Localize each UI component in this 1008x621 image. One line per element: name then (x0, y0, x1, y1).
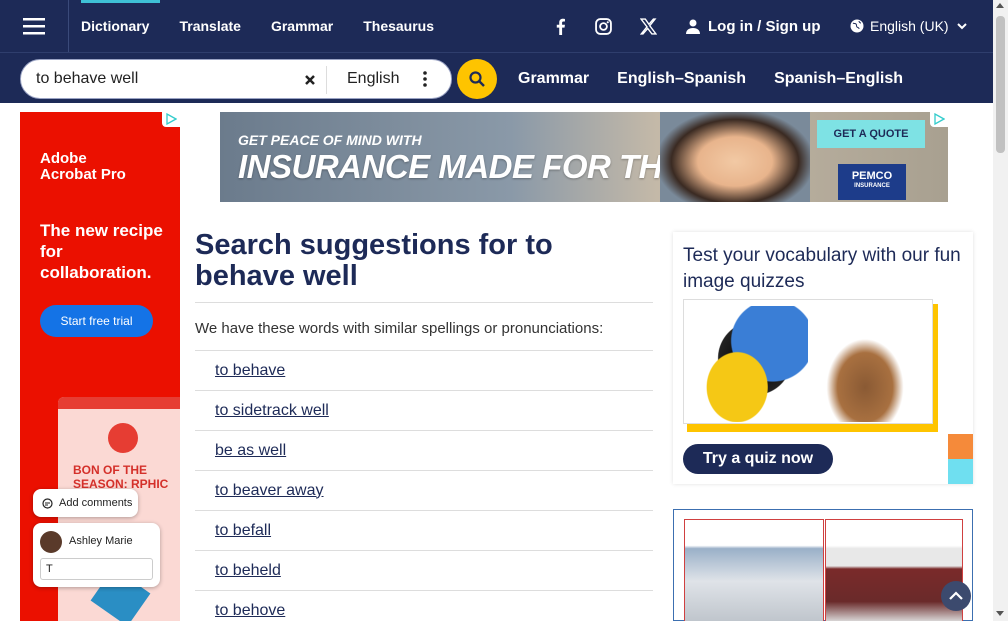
globe-icon (850, 19, 864, 33)
ad-headline: The new recipe for collaboration. (40, 221, 163, 282)
divider (195, 302, 653, 303)
list-item: be as well (195, 430, 653, 470)
ad-brand: Adobe Acrobat Pro (40, 150, 126, 183)
link-grammar[interactable]: Grammar (504, 70, 603, 88)
ad-card-icon (108, 423, 138, 453)
scroll-thumb[interactable] (996, 16, 1005, 153)
nav-dictionary[interactable]: Dictionary (69, 0, 164, 52)
comment-input: T (40, 558, 153, 580)
search-language-select[interactable]: English (347, 60, 399, 98)
main-nav-links: Dictionary Translate Grammar Thesaurus (69, 0, 449, 52)
search-button[interactable] (457, 59, 497, 99)
car-advertisement[interactable] (673, 509, 973, 621)
suggestion-link[interactable]: to sidetrack well (215, 402, 329, 420)
nav-thesaurus[interactable]: Thesaurus (348, 0, 449, 52)
adchoices-icon[interactable] (162, 112, 180, 127)
search-input[interactable] (36, 60, 296, 98)
scroll-down-arrow[interactable] (996, 611, 1004, 616)
top-navigation: Dictionary Translate Grammar Thesaurus L… (0, 0, 993, 52)
suggestion-link[interactable]: to beheld (215, 562, 281, 580)
search-divider (326, 66, 327, 94)
chevron-down-icon (956, 23, 967, 30)
search-box: English (20, 59, 452, 99)
quiz-image[interactable] (683, 299, 933, 424)
suggestion-link[interactable]: to behove (215, 602, 285, 620)
add-comments-pill: Add comments (33, 489, 138, 517)
parrot-image (690, 306, 808, 422)
list-item: to beaver away (195, 470, 653, 510)
more-options-icon[interactable] (419, 70, 431, 88)
commenter-name: Ashley Marie (69, 535, 133, 547)
search-bar: English Grammar English–Spanish Spanish–… (0, 52, 993, 103)
nav-grammar[interactable]: Grammar (256, 0, 348, 52)
ad-card-text: BON OF THE SEASON: RPHIC (73, 463, 169, 491)
site-language-selector[interactable]: English (UK) (850, 0, 973, 52)
user-icon (686, 19, 700, 34)
banner-quote-button[interactable]: GET A QUOTE (817, 120, 925, 148)
avatar (40, 531, 62, 553)
ad-cta-button[interactable]: Start free trial (40, 305, 153, 337)
snail-image (812, 306, 930, 422)
link-english-spanish[interactable]: English–Spanish (603, 70, 760, 88)
suggestions-intro: We have these words with similar spellin… (195, 320, 604, 337)
link-spanish-english[interactable]: Spanish–English (760, 70, 917, 88)
chevron-up-icon (949, 591, 963, 600)
search-quick-links: Grammar English–Spanish Spanish–English (504, 53, 917, 104)
list-item: to sidetrack well (195, 390, 653, 430)
scroll-up-arrow[interactable] (996, 3, 1004, 8)
left-advertisement[interactable]: Adobe Acrobat Pro The new recipe for col… (20, 112, 180, 621)
comment-card: Ashley Marie T (33, 523, 160, 587)
list-item: to behave (195, 350, 653, 390)
suggestion-link[interactable]: to beaver away (215, 482, 324, 500)
instagram-icon[interactable] (591, 14, 615, 38)
quiz-title: Test your vocabulary with our fun image … (683, 245, 961, 292)
scroll-to-top-button[interactable] (941, 581, 971, 611)
nav-translate[interactable]: Translate (164, 0, 255, 52)
search-icon (469, 71, 485, 87)
add-comments-label: Add comments (59, 497, 133, 509)
decorative-square (948, 434, 973, 459)
adchoices-icon[interactable] (930, 112, 948, 127)
clear-search-icon[interactable] (301, 71, 319, 89)
decorative-square (948, 459, 973, 484)
list-item: to beheld (195, 550, 653, 590)
site-language-label: English (UK) (870, 18, 949, 34)
quiz-promo: Test your vocabulary with our fun image … (673, 232, 973, 484)
facebook-icon[interactable] (548, 14, 572, 38)
login-label: Log in / Sign up (708, 17, 821, 35)
car-image (825, 519, 963, 621)
car-image (684, 519, 824, 621)
list-item: to befall (195, 510, 653, 550)
page-title: Search suggestions for to behave well (195, 229, 553, 292)
banner-small-text: GET PEACE OF MIND WITH (238, 132, 422, 148)
comment-icon (42, 497, 53, 509)
try-quiz-button[interactable]: Try a quiz now (683, 444, 833, 474)
banner-logo: PEMCO INSURANCE (838, 164, 906, 200)
login-signup-link[interactable]: Log in / Sign up (686, 0, 820, 52)
suggestion-list: to behave to sidetrack well be as well t… (195, 350, 653, 621)
hamburger-icon (23, 18, 45, 35)
x-icon[interactable] (636, 14, 660, 38)
suggestion-link[interactable]: be as well (215, 442, 286, 460)
top-banner-advertisement[interactable]: GET PEACE OF MIND WITH INSURANCE MADE FO… (220, 112, 948, 202)
page-scrollbar[interactable] (993, 0, 1008, 621)
banner-photo (660, 112, 810, 202)
list-item: to behove (195, 590, 653, 621)
menu-button[interactable] (0, 0, 69, 52)
suggestion-link[interactable]: to behave (215, 362, 285, 380)
suggestion-link[interactable]: to befall (215, 522, 271, 540)
